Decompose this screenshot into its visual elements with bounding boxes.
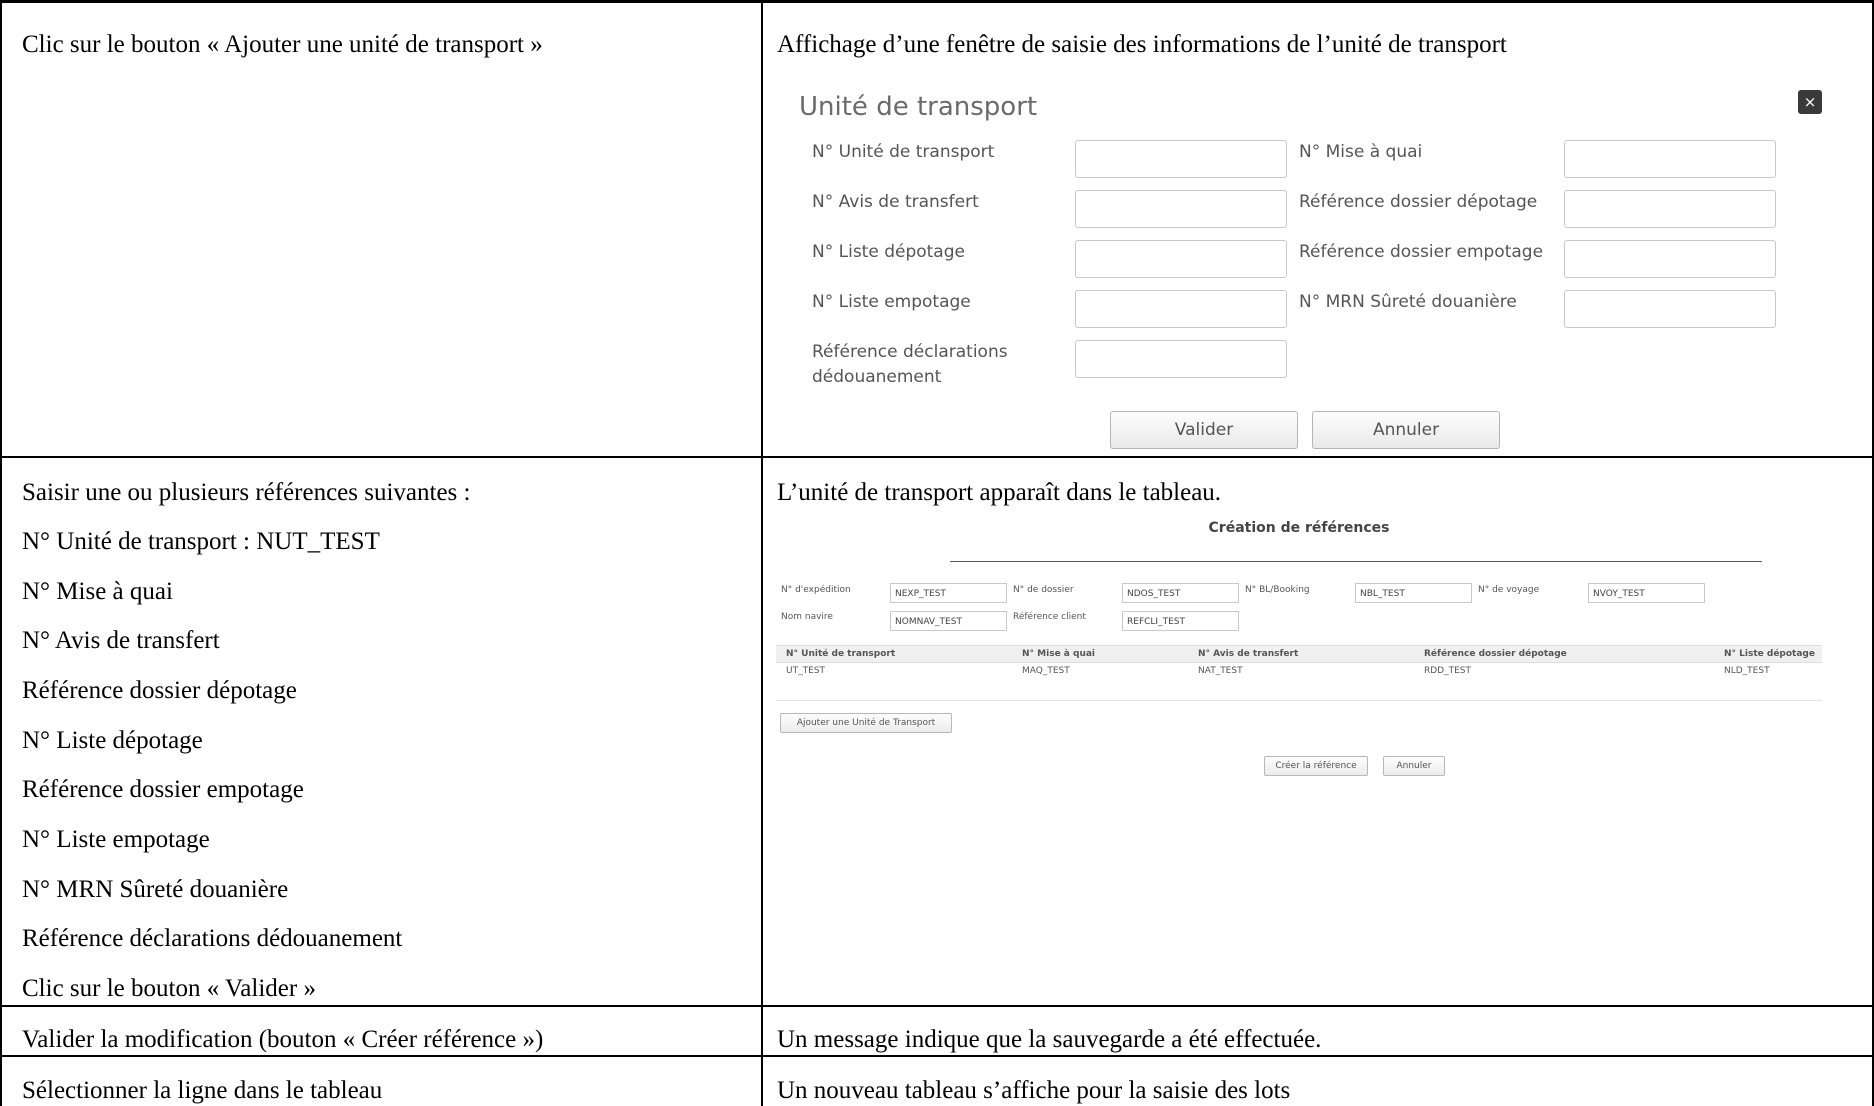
add-transport-unit-button[interactable]: Ajouter une Unité de Transport (780, 713, 952, 733)
field-label: Référence dossier empotage (1299, 242, 1544, 262)
table-cell[interactable]: NAT_TEST (1198, 666, 1243, 676)
step-cell: Valider la modification (bouton « Créer … (22, 1026, 544, 1053)
client-ref-input[interactable]: REFCLI_TEST (1122, 611, 1239, 631)
field-label: N° MRN Sûreté douanière (1299, 292, 1517, 312)
field-label: N° Mise à quai (1299, 142, 1423, 162)
screenshot-title: Création de références (1208, 520, 1390, 536)
table-border-top (0, 0, 1874, 3)
table-cell[interactable]: NLD_TEST (1724, 666, 1770, 676)
expedition-input[interactable]: NEXP_TEST (890, 583, 1007, 603)
loading-list-input[interactable] (1075, 290, 1287, 328)
references-screenshot: Création de références N° d'expédition N… (776, 520, 1822, 790)
unloading-file-input[interactable] (1564, 190, 1776, 228)
table-cell[interactable]: MAQ_TEST (1022, 666, 1070, 676)
field-label: Référence déclarations dédouanement (812, 342, 1008, 387)
cancel-button[interactable]: Annuler (1383, 756, 1445, 776)
result-cell: Affichage d’une fenêtre de saisie des in… (777, 31, 1507, 58)
transport-unit-modal: Unité de transport × N° Unité de transpo… (790, 80, 1830, 460)
unloading-list-input[interactable] (1075, 240, 1287, 278)
step-line: Saisir une ou plusieurs références suiva… (22, 479, 471, 506)
step-cell: Sélectionner la ligne dans le tableau (22, 1077, 383, 1104)
step-line: Référence dossier dépotage (22, 677, 297, 704)
field-label: N° Liste empotage (812, 292, 971, 312)
column-header: N° Unité de transport (786, 649, 896, 659)
quay-input[interactable] (1564, 140, 1776, 178)
field-label: N° Avis de transfert (812, 192, 979, 212)
field-label: N° de voyage (1478, 585, 1540, 595)
column-header: N° Avis de transfert (1198, 649, 1299, 659)
create-reference-button[interactable]: Créer la référence (1264, 756, 1368, 776)
table-cell[interactable]: UT_TEST (786, 666, 825, 676)
result-cell: Un message indique que la sauvegarde a é… (777, 1026, 1322, 1053)
result-cell: Un nouveau tableau s’affiche pour la sai… (777, 1077, 1291, 1104)
column-header: N° Mise à quai (1022, 649, 1096, 659)
column-header: N° Liste dépotage (1724, 649, 1815, 659)
booking-input[interactable]: NBL_TEST (1355, 583, 1472, 603)
step-line: Référence déclarations dédouanement (22, 925, 403, 952)
step-line: N° Avis de transfert (22, 627, 220, 654)
voyage-input[interactable]: NVOY_TEST (1588, 583, 1705, 603)
close-icon[interactable]: × (1798, 90, 1822, 114)
customs-declaration-input[interactable] (1075, 340, 1287, 378)
step-line: N° Unité de transport : NUT_TEST (22, 528, 380, 555)
field-label: N° Liste dépotage (812, 242, 965, 262)
cancel-button[interactable]: Annuler (1312, 411, 1500, 449)
modal-title: Unité de transport (799, 92, 1038, 122)
table-border-left (0, 0, 2, 1106)
step-line: N° Liste dépotage (22, 727, 203, 754)
vessel-input[interactable]: NOMNAV_TEST (890, 611, 1007, 631)
step-line: Référence dossier empotage (22, 776, 304, 803)
table-cell[interactable]: RDD_TEST (1424, 666, 1471, 676)
field-label: Référence dossier dépotage (1299, 192, 1538, 212)
mrn-input[interactable] (1564, 290, 1776, 328)
field-label: N° Unité de transport (812, 142, 995, 162)
step-cell: Clic sur le bouton « Ajouter une unité d… (22, 31, 543, 58)
validate-button[interactable]: Valider (1110, 411, 1298, 449)
file-number-input[interactable]: NDOS_TEST (1122, 583, 1239, 603)
step-line: N° Liste empotage (22, 826, 210, 853)
transport-unit-input[interactable] (1075, 140, 1287, 178)
field-label: N° BL/Booking (1245, 585, 1310, 595)
field-label: N° d'expédition (781, 585, 851, 595)
step-line: N° Mise à quai (22, 578, 173, 605)
table-header: N° Unité de transport N° Mise à quai N° … (776, 645, 1822, 663)
field-label: Référence client (1013, 612, 1086, 622)
step-line: Clic sur le bouton « Valider » (22, 975, 316, 1002)
transfer-notice-input[interactable] (1075, 190, 1287, 228)
field-label: Nom navire (781, 612, 833, 622)
loading-file-input[interactable] (1564, 240, 1776, 278)
result-cell: L’unité de transport apparaît dans le ta… (777, 479, 1222, 506)
table-row-divider-3 (0, 1055, 1874, 1057)
table-column-divider (761, 0, 763, 1106)
field-label: N° de dossier (1013, 585, 1074, 595)
table-row-divider-2 (0, 1005, 1874, 1007)
title-divider (950, 561, 1762, 562)
column-header: Référence dossier dépotage (1424, 649, 1567, 659)
step-line: N° MRN Sûreté douanière (22, 876, 289, 903)
table-bottom-line (776, 700, 1822, 701)
